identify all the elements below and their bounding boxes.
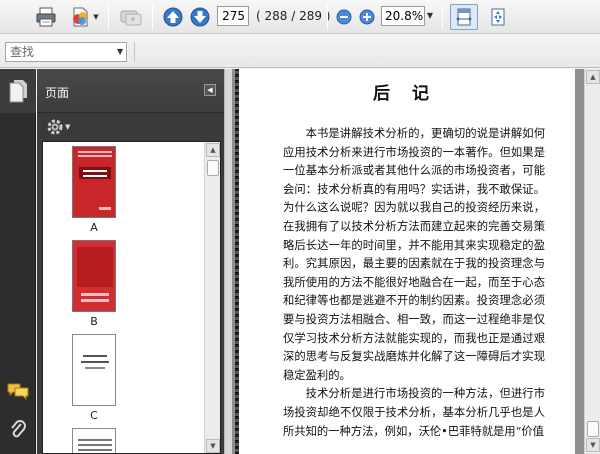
arrow-down-icon <box>190 7 210 27</box>
toolbar-divider <box>442 5 443 29</box>
pages-icon <box>9 80 27 103</box>
previous-page-button[interactable] <box>161 4 185 30</box>
thumbnail-decoration <box>77 247 113 287</box>
share-button[interactable] <box>116 4 146 30</box>
document-scrollbar[interactable]: ▲ ▼ <box>584 69 600 454</box>
thumbnail-label: C <box>90 409 98 422</box>
document-paragraph: 技术分析是进行市场投资的一种方法，但进行市场投资却绝不仅限于技术分析，基本分析几… <box>283 387 545 438</box>
create-pdf-icon <box>73 7 88 27</box>
next-page-button[interactable] <box>188 4 212 30</box>
document-view[interactable]: 后 记 本书是讲解技术分析的，更确切的说是讲解如何应用技术分析来进行市场投资的一… <box>232 69 584 454</box>
create-button[interactable]: ▼ <box>66 4 102 30</box>
scroll-up-arrow-icon[interactable]: ▲ <box>206 143 220 157</box>
zoom-in-button[interactable] <box>357 4 377 30</box>
document-page: 后 记 本书是讲解技术分析的，更确切的说是讲解如何应用技术分析来进行市场投资的一… <box>235 69 575 454</box>
zoom-in-icon <box>359 9 375 25</box>
arrow-up-icon <box>163 7 183 27</box>
thumbnail-page-c[interactable] <box>72 334 116 406</box>
thumbnail-decoration <box>78 155 112 157</box>
pages-panel: 页面 ◀ ▼ A B C ▲ ▼ <box>37 69 224 454</box>
fit-width-icon <box>456 8 472 26</box>
thumbnail-decoration <box>78 439 112 441</box>
chevron-left-icon: ◀ <box>207 86 213 94</box>
print-button[interactable] <box>33 4 59 30</box>
thumbnail-decoration <box>78 151 112 153</box>
thumbnail-decoration <box>81 299 109 302</box>
thumbnail-decoration <box>78 444 112 446</box>
find-dropdown-chevron-icon[interactable]: ▼ <box>117 42 127 62</box>
share-icon <box>120 10 142 26</box>
fit-page-button[interactable] <box>485 4 511 30</box>
thumbnail-page-a[interactable] <box>72 146 116 218</box>
scroll-down-arrow-icon[interactable]: ▼ <box>586 438 600 452</box>
thumbnail-decoration <box>85 367 105 369</box>
scroll-down-arrow-icon[interactable]: ▼ <box>206 439 220 453</box>
thumbnail-decoration <box>83 170 107 172</box>
pages-panel-header: 页面 ◀ <box>37 69 224 113</box>
thumbnail-page-b[interactable] <box>72 240 116 312</box>
zoom-out-button[interactable] <box>334 4 354 30</box>
thumbnail-decoration <box>83 355 107 357</box>
chevron-down-icon: ▼ <box>93 13 99 21</box>
scrollbar-thumb[interactable] <box>587 421 599 437</box>
document-paragraph: 本书是讲解技术分析的，更确切的说是讲解如何应用技术分析来进行市场投资的一本著作。… <box>283 127 545 382</box>
main-toolbar: ▼ ( 288 / 289 ) 2 <box>0 0 600 34</box>
thumbnail-decoration <box>78 449 112 451</box>
thumbnail-decoration <box>99 207 111 210</box>
page-number-input[interactable] <box>217 6 249 26</box>
zoom-out-icon <box>336 9 352 25</box>
options-button[interactable]: ▼ <box>46 118 70 136</box>
fit-page-icon <box>491 8 505 26</box>
find-divider <box>134 42 135 62</box>
gear-icon <box>47 119 63 135</box>
toolbar-divider <box>327 5 328 29</box>
find-bar: 查找 ▼ <box>0 35 600 68</box>
thumbnail-decoration <box>81 293 109 296</box>
scroll-up-arrow-icon[interactable]: ▲ <box>586 70 600 84</box>
pages-panel-button[interactable] <box>8 79 28 106</box>
fit-width-button[interactable] <box>450 4 478 30</box>
panel-splitter[interactable] <box>224 69 232 454</box>
thumbnail-page-d[interactable] <box>72 428 116 453</box>
thumbnail-decoration <box>83 175 107 177</box>
document-heading: 后 记 <box>373 84 437 104</box>
thumbnail-list: A B C ▲ ▼ <box>42 141 221 454</box>
toolbar-divider <box>152 5 153 29</box>
collapse-panel-button[interactable]: ◀ <box>204 84 216 96</box>
thumbnail-decoration <box>81 361 109 363</box>
panel-options-row: ▼ <box>37 114 224 140</box>
thumbnail-label: B <box>90 315 98 328</box>
zoom-dropdown-chevron-icon[interactable]: ▼ <box>425 6 435 26</box>
thumbnail-label: A <box>90 221 98 234</box>
comments-icon <box>7 383 29 401</box>
pages-panel-title: 页面 <box>45 86 70 100</box>
document-body: 本书是讲解技术分析的，更确切的说是讲解如何应用技术分析来进行市场投资的一本著作。… <box>283 125 545 441</box>
scrollbar-thumb[interactable] <box>207 160 219 176</box>
printer-icon <box>36 7 56 27</box>
zoom-level-input[interactable]: 20.8% <box>381 6 425 26</box>
find-input[interactable]: 查找 <box>5 42 127 62</box>
toolbar-divider <box>108 5 109 29</box>
attachment-icon <box>11 420 26 438</box>
navigation-rail <box>0 69 36 454</box>
thumbnail-scrollbar[interactable]: ▲ ▼ <box>204 142 220 453</box>
thumbnail-decoration <box>79 167 111 179</box>
attachments-panel-button[interactable] <box>9 419 27 444</box>
comments-panel-button[interactable] <box>7 382 29 403</box>
page-count: ( 288 / 289 ) <box>256 9 331 23</box>
chevron-down-icon: ▼ <box>65 123 71 131</box>
page-edge <box>235 69 239 454</box>
